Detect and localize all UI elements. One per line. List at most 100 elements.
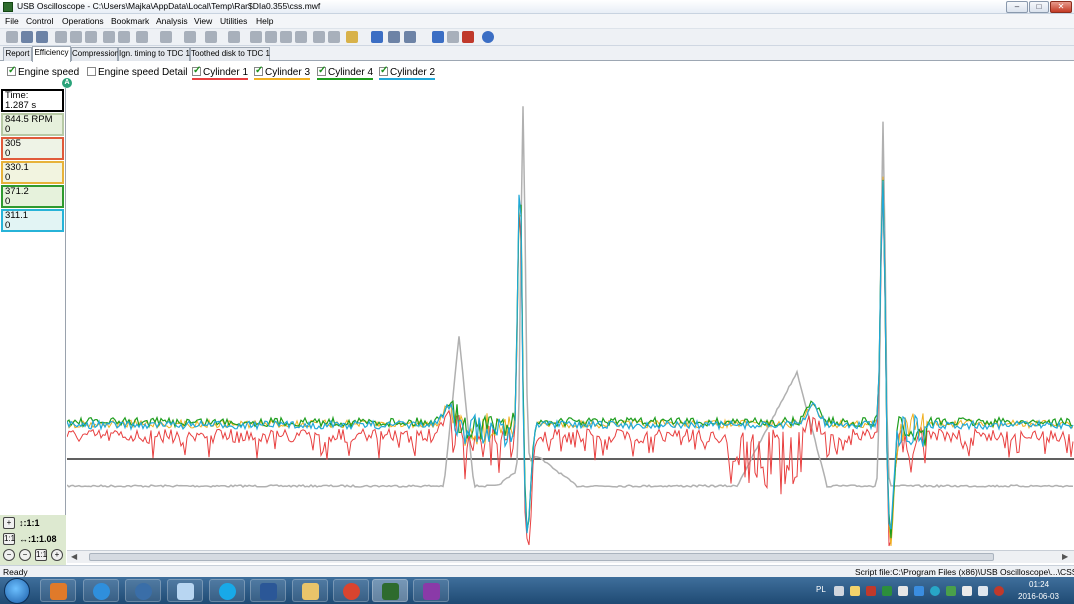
usb-icon[interactable] — [962, 586, 972, 596]
legend-cylinder-3[interactable]: Cylinder 3 — [254, 65, 311, 80]
menu-file[interactable]: File — [5, 16, 19, 26]
menu-help[interactable]: Help — [256, 16, 273, 26]
taskbar-word[interactable] — [250, 579, 286, 602]
zoom-in-vertical-button[interactable]: + — [3, 517, 15, 529]
taskbar-media-player[interactable] — [40, 579, 76, 602]
channel-icon[interactable] — [371, 31, 383, 43]
menu-view[interactable]: View — [194, 16, 212, 26]
start-button[interactable] — [4, 578, 30, 604]
cross-icon[interactable] — [462, 31, 474, 43]
tab-efficiency[interactable]: Efficiency — [32, 46, 71, 62]
scroll-right-icon[interactable]: ▶ — [1062, 552, 1068, 561]
legend-cylinder-4[interactable]: Cylinder 4 — [317, 65, 374, 80]
flag-icon[interactable] — [228, 31, 240, 43]
menu-control[interactable]: Control — [26, 16, 53, 26]
document-icon[interactable] — [447, 31, 459, 43]
legend-cylinder-1[interactable]: Cylinder 1 — [192, 65, 249, 80]
acrobat-icon[interactable] — [866, 586, 876, 596]
fit-button[interactable]: 1:1 — [3, 533, 15, 545]
check-icon[interactable] — [250, 31, 262, 43]
legend-engine-speed[interactable]: Engine speed — [7, 65, 79, 78]
zoom-out-button[interactable]: − — [3, 549, 15, 561]
keyboard-icon[interactable] — [834, 586, 844, 596]
menu-bookmark[interactable]: Bookmark — [111, 16, 149, 26]
edit-icon[interactable] — [85, 31, 97, 43]
close-button[interactable]: ✕ — [1050, 1, 1072, 13]
vertical-zoom-label: ↕:1:1 — [19, 518, 40, 528]
channel2-icon[interactable] — [388, 31, 400, 43]
checkbox-icon[interactable] — [254, 65, 263, 76]
readout-value: 1.287 s — [5, 100, 37, 111]
menu-analysis[interactable]: Analysis — [156, 16, 188, 26]
network-icon[interactable] — [914, 586, 924, 596]
o-icon[interactable] — [930, 586, 940, 596]
paste-icon[interactable] — [70, 31, 82, 43]
tab-ign-timing[interactable]: Ign. timing to TDC 1 — [118, 47, 190, 61]
check3-icon[interactable] — [280, 31, 292, 43]
bookmark-icon[interactable] — [205, 31, 217, 43]
legend-cylinder-2[interactable]: Cylinder 2 — [379, 65, 436, 80]
scroll-left-icon[interactable]: ◀ — [71, 552, 77, 561]
notes-icon[interactable] — [850, 586, 860, 596]
taskbar-oscilloscope[interactable] — [372, 579, 408, 602]
horizontal-scrollbar[interactable]: ◀ ▶ — [67, 550, 1074, 563]
grid-icon[interactable] — [313, 31, 325, 43]
readout-value: 0 — [5, 148, 11, 159]
folder-icon[interactable] — [346, 31, 358, 43]
cursor-marker-a[interactable]: A — [62, 78, 72, 88]
taskbar-chrome[interactable] — [333, 579, 369, 602]
cursor-icon[interactable] — [103, 31, 115, 43]
menu-operations[interactable]: Operations — [62, 16, 104, 26]
save-icon[interactable] — [21, 31, 33, 43]
taskbar-explorer[interactable] — [167, 579, 203, 602]
checkbox-icon[interactable] — [192, 65, 201, 76]
skype-icon — [219, 583, 236, 600]
readout-engine-speed: 844.5 RPM 0 — [1, 113, 64, 136]
copy-icon[interactable] — [55, 31, 67, 43]
minimize-button[interactable]: – — [1006, 1, 1028, 13]
checkbox-icon[interactable] — [87, 67, 96, 76]
checkbox-icon[interactable] — [379, 65, 388, 76]
taskbar-winrar[interactable] — [413, 579, 449, 602]
grid2-icon[interactable] — [328, 31, 340, 43]
clock-date[interactable]: 2016-06-03 — [1018, 592, 1059, 601]
language-indicator[interactable]: PL — [816, 585, 826, 594]
taskbar-skype[interactable] — [209, 579, 245, 602]
reset-zoom-button[interactable]: 1:1 — [35, 549, 47, 561]
print-icon[interactable] — [36, 31, 48, 43]
signal2-icon[interactable] — [160, 31, 172, 43]
maximize-button[interactable]: □ — [1029, 1, 1049, 13]
checkbox-icon[interactable] — [7, 65, 16, 76]
tab-report[interactable]: Report — [3, 47, 32, 61]
update-icon[interactable] — [946, 586, 956, 596]
tab-toothed-disk[interactable]: Toothed disk to TDC 1 — [190, 47, 270, 61]
check2-icon[interactable] — [265, 31, 277, 43]
taskbar-internet-explorer[interactable] — [83, 579, 119, 602]
measure-icon[interactable] — [118, 31, 130, 43]
waveform-plot[interactable] — [67, 88, 1074, 550]
undo-icon[interactable] — [184, 31, 196, 43]
window-icon[interactable] — [432, 31, 444, 43]
channel-legend: Engine speed Engine speed Detail Cylinde… — [0, 65, 1074, 83]
zoom-out-horizontal-button[interactable]: − — [19, 549, 31, 561]
checkbox-icon[interactable] — [317, 65, 326, 76]
zoom-in-horizontal-button[interactable]: + — [51, 549, 63, 561]
signal-icon[interactable] — [136, 31, 148, 43]
help-icon[interactable] — [482, 31, 494, 43]
menu-utilities[interactable]: Utilities — [220, 16, 247, 26]
legend-engine-speed-detail[interactable]: Engine speed Detail — [87, 67, 188, 78]
scroll-thumb[interactable] — [89, 553, 994, 561]
clipboard-icon[interactable] — [295, 31, 307, 43]
hex-icon[interactable] — [404, 31, 416, 43]
signal-strength-icon[interactable] — [978, 586, 988, 596]
volume-muted-icon[interactable] — [994, 586, 1004, 596]
windows-flag-icon[interactable] — [898, 586, 908, 596]
readout-label: 330.1 — [5, 162, 29, 173]
taskbar-thunderbird[interactable] — [125, 579, 161, 602]
taskbar-folder[interactable] — [292, 579, 328, 602]
open-icon[interactable] — [6, 31, 18, 43]
clock-time[interactable]: 01:24 — [1029, 580, 1049, 589]
title-bar[interactable]: USB Oscilloscope - C:\Users\Majka\AppDat… — [0, 0, 1074, 14]
shield-icon[interactable] — [882, 586, 892, 596]
tab-compression[interactable]: Compression — [71, 47, 119, 61]
